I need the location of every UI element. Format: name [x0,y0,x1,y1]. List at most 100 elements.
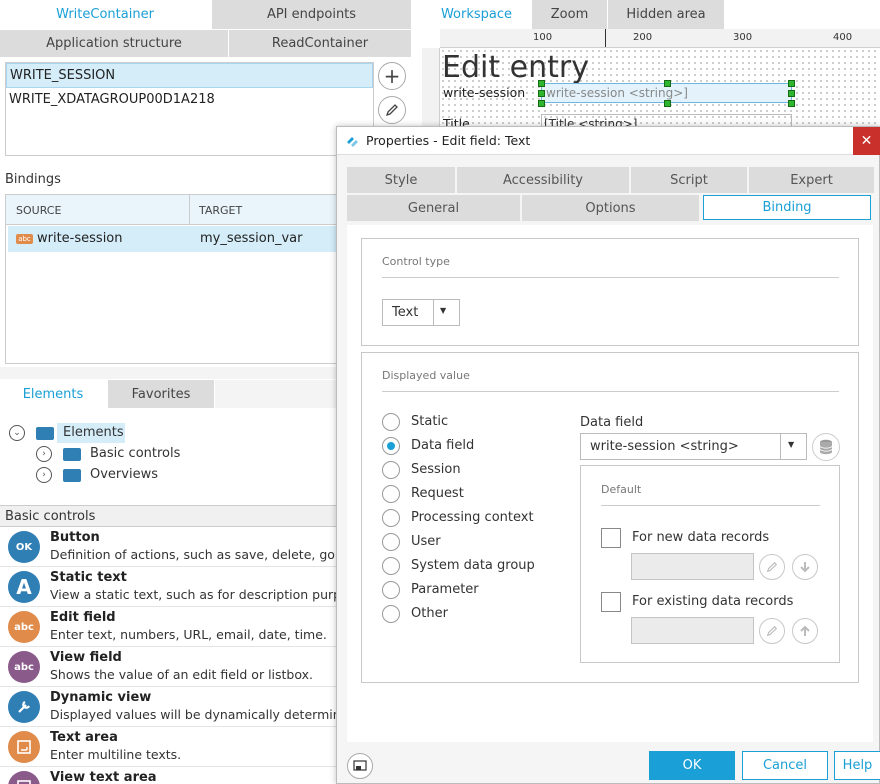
cancel-button[interactable]: Cancel [742,751,828,780]
bindings-title: Bindings [5,172,61,187]
pencil-icon [766,561,778,573]
dialog-content: Control type Text ▼ Displayed value Stat… [347,225,873,742]
control-description: Shows the value of an edit field or list… [50,667,314,682]
elements-folder-icon [36,427,54,440]
tree-item-overviews[interactable]: Overviews [90,467,158,482]
tab-favorites[interactable]: Favorites [108,380,215,408]
table-row[interactable]: abc write-session my_session_var [8,226,336,252]
folder-icon [63,448,81,461]
data-field-label: Data field [580,415,644,430]
basic-controls-list: OK Button Definition of actions, such as s… [0,527,336,784]
radio-data-field[interactable] [382,437,400,455]
list-item[interactable]: Text area Enter multiline texts. [0,727,336,767]
radio-system-data-group[interactable] [382,557,400,575]
canvas-heading[interactable]: Edit entry [442,50,589,85]
tab-elements[interactable]: Elements [0,380,107,408]
pencil-icon [766,625,778,637]
ruler-label: 100 [533,32,553,43]
list-item[interactable]: Dynamic view Displayed values will be dyn… [0,687,336,727]
tab-hidden-area[interactable]: Hidden area [608,0,725,29]
radio-label: Data field [411,438,475,453]
dialog-titlebar[interactable]: Properties - Edit field: Text ✕ [337,127,880,155]
existing-records-default-field[interactable] [631,617,754,644]
add-button[interactable]: + [378,62,406,90]
radio-other[interactable] [382,605,400,623]
new-records-checkbox[interactable] [601,528,621,548]
data-field-select[interactable]: write-session <string> ▼ [580,433,807,460]
tab-script[interactable]: Script [631,167,747,193]
tab-writecontainer[interactable]: WriteContainer [0,0,211,29]
database-button[interactable] [812,433,840,461]
displayed-value-legend: Displayed value [382,369,470,382]
control-title: View field [50,650,122,665]
tab-binding[interactable]: Binding [703,195,871,220]
radio-label: Static [411,414,449,429]
abc-icon: abc [8,651,40,683]
control-type-select[interactable]: Text ▼ [382,299,460,326]
default-legend: Default [601,483,642,496]
database-icon [819,439,833,455]
horizontal-ruler: 100 200 300 400 [440,29,880,48]
tab-workspace[interactable]: Workspace [422,0,532,29]
ruler-label: 300 [733,32,753,43]
arrow-down-icon[interactable] [792,554,818,580]
tree-expand-toggle[interactable]: › [36,446,52,462]
canvas-field-label[interactable]: write-session [443,85,525,100]
list-item[interactable]: WRITE_XDATAGROUP00D1A218 [6,88,373,112]
tree-root-elements[interactable]: Elements [57,423,125,443]
list-item[interactable]: OK Button Definition of actions, such as s… [0,527,336,567]
chevron-down-icon: ▼ [788,440,795,449]
radio-session[interactable] [382,461,400,479]
list-item[interactable]: WRITE_SESSION [6,63,373,88]
tab-api-endpoints[interactable]: API endpoints [212,0,412,29]
control-description: Definition of actions, such as save, del… [50,547,336,562]
arrow-up-icon[interactable] [792,618,818,644]
column-target[interactable]: TARGET [199,204,242,217]
radio-label: System data group [411,558,535,573]
list-item[interactable]: abc View field Shows the value of an edit … [0,647,336,687]
tab-readcontainer[interactable]: ReadContainer [229,29,412,57]
app-logo-icon [347,137,358,147]
column-source[interactable]: SOURCE [16,204,61,217]
new-records-label: For new data records [632,530,770,545]
radio-label: Other [411,606,448,621]
ok-button[interactable]: OK [649,751,735,780]
list-item[interactable]: abc Edit field Enter text, numbers, URL, e… [0,607,336,647]
control-description: Displayed values will be dynamically det… [50,707,336,722]
dialog-footer-icon-button[interactable] [347,753,373,779]
existing-records-checkbox[interactable] [601,592,621,612]
binding-target: my_session_var [200,231,303,246]
ruler-label: 400 [833,32,853,43]
list-item[interactable]: View text area [0,767,336,784]
edit-button[interactable] [378,96,406,124]
radio-label: Processing context [411,510,534,525]
tab-style[interactable]: Style [347,167,455,193]
table-header: SOURCE TARGET [6,195,336,225]
control-description: Enter text, numbers, URL, email, date, t… [50,627,327,642]
control-title: Static text [50,570,127,585]
radio-static[interactable] [382,413,400,431]
radio-request[interactable] [382,485,400,503]
radio-parameter[interactable] [382,581,400,599]
tree-expand-toggle[interactable]: › [36,467,52,483]
edit-default-existing-button[interactable] [759,618,785,644]
radio-processing-context[interactable] [382,509,400,527]
tab-expert[interactable]: Expert [749,167,874,193]
edit-default-new-button[interactable] [759,554,785,580]
tab-zoom[interactable]: Zoom [532,0,608,29]
container-list: WRITE_SESSION WRITE_XDATAGROUP00D1A218 [5,62,374,156]
list-item[interactable]: A Static text View a static text, such as … [0,567,336,607]
control-type-group: Control type Text ▼ [361,238,859,346]
tree-item-basic-controls[interactable]: Basic controls [90,446,180,461]
new-records-default-field[interactable] [631,553,754,580]
tab-accessibility[interactable]: Accessibility [457,167,629,193]
tab-options[interactable]: Options [522,195,699,221]
abc-icon: abc [8,611,40,643]
tree-collapse-toggle[interactable]: ⌄ [9,425,25,441]
tab-application-structure[interactable]: Application structure [0,29,229,57]
close-button[interactable]: ✕ [853,127,880,155]
help-button[interactable]: Help [834,751,880,780]
tab-general[interactable]: General [347,195,520,221]
control-title: Text area [50,730,118,745]
radio-user[interactable] [382,533,400,551]
